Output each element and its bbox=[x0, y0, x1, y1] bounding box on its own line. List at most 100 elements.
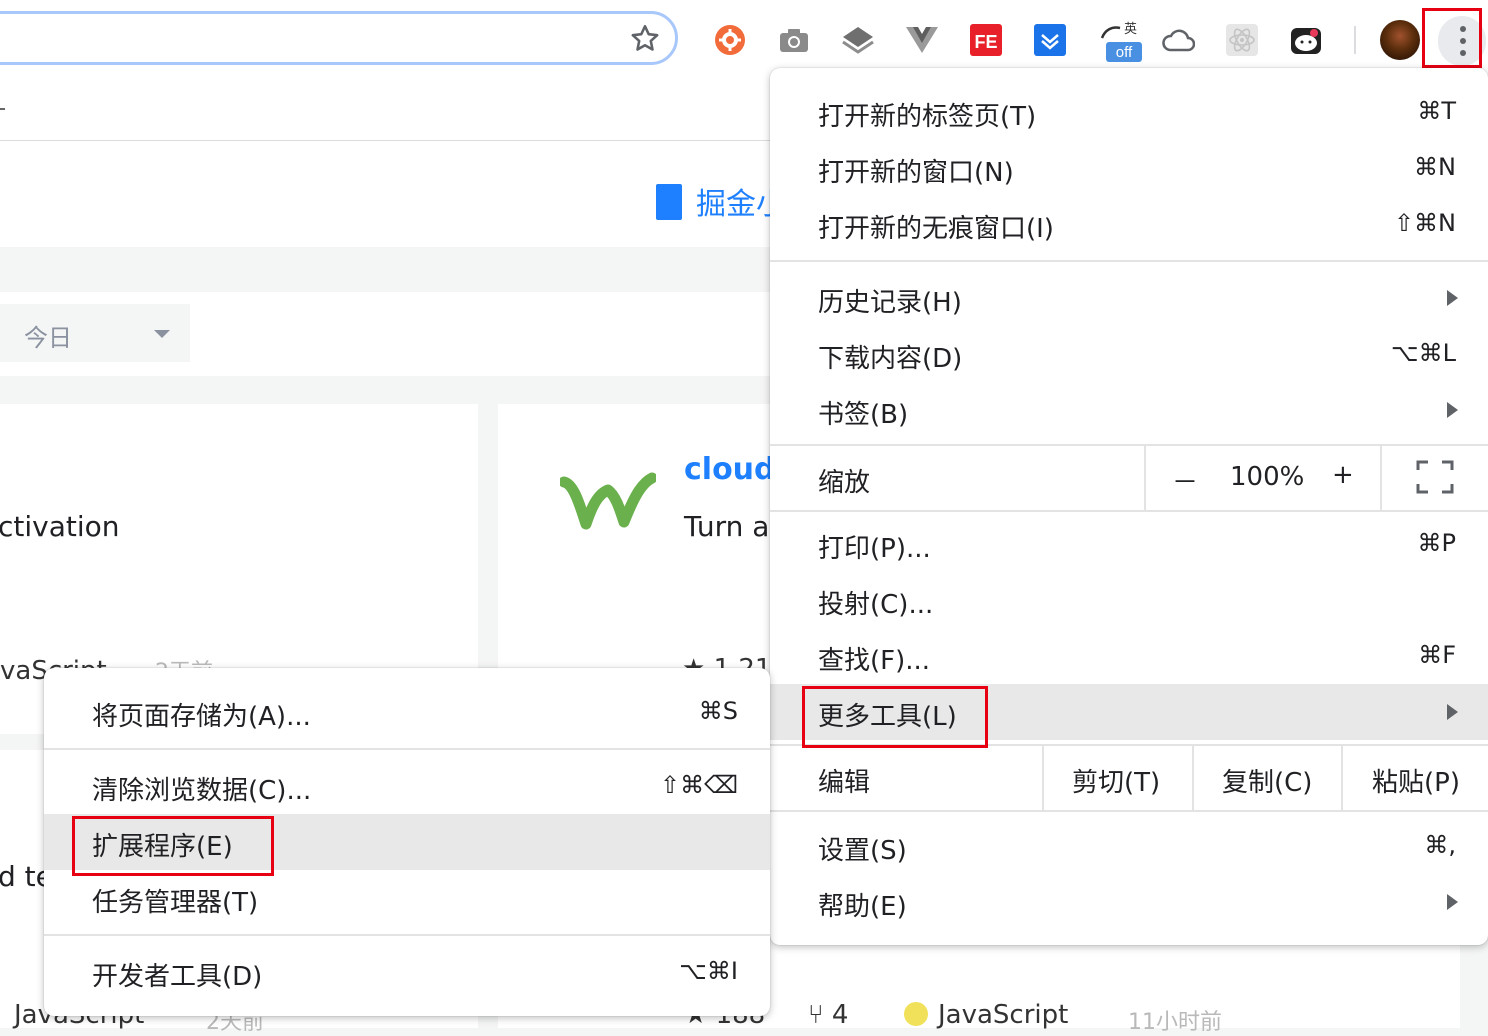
vue-devtools-extension-icon[interactable] bbox=[904, 22, 940, 58]
menu-item-print[interactable]: 打印(P)... ⌘P bbox=[770, 516, 1488, 572]
paste-button[interactable]: 粘贴(P) bbox=[1372, 762, 1460, 799]
menu-item-developer-tools[interactable]: 开发者工具(D) ⌥⌘I bbox=[44, 944, 770, 1000]
cloud-extension-icon[interactable] bbox=[1160, 22, 1196, 58]
menu-item-shortcut: ⌘F bbox=[1418, 641, 1456, 669]
zoom-level: 100% bbox=[1230, 462, 1305, 492]
menu-item-bookmarks[interactable]: 书签(B) bbox=[770, 382, 1488, 438]
menu-item-shortcut: ⇧⌘⌫ bbox=[659, 771, 738, 799]
page-nav-row bbox=[0, 82, 770, 141]
menu-item-history[interactable]: 历史记录(H) bbox=[770, 270, 1488, 326]
menu-item-label: 历史记录(H) bbox=[818, 288, 962, 318]
toolbar-divider bbox=[1354, 26, 1356, 54]
menu-item-label: 清除浏览数据(C)... bbox=[92, 776, 312, 806]
screenshot-extension-icon[interactable] bbox=[776, 22, 812, 58]
menu-row-edit: 编辑 剪切(T) 复制(C) 粘贴(P) bbox=[770, 746, 1488, 810]
menu-item-shortcut: ⌘P bbox=[1417, 529, 1456, 557]
translate-glyph: 英 bbox=[1124, 22, 1137, 37]
menu-item-cast[interactable]: 投射(C)... bbox=[770, 572, 1488, 628]
highlight-box-more-tools bbox=[802, 686, 988, 748]
menu-item-new-tab[interactable]: 打开新的标签页(T) ⌘T bbox=[770, 84, 1488, 140]
menu-separator bbox=[44, 934, 770, 936]
highlight-box-menu-button bbox=[1422, 8, 1482, 68]
menu-item-save-page[interactable]: 将页面存储为(A)... ⌘S bbox=[44, 684, 770, 740]
profile-avatar[interactable] bbox=[1380, 20, 1420, 60]
bottom-lang-2: JavaScript bbox=[904, 1000, 1068, 1030]
menu-item-label: 开发者工具(D) bbox=[92, 962, 263, 992]
menu-item-label: 打开新的无痕窗口(I) bbox=[818, 214, 1054, 244]
highlight-box-extensions bbox=[72, 816, 274, 876]
menu-item-label: 设置(S) bbox=[818, 836, 907, 866]
zoom-divider bbox=[1144, 446, 1146, 510]
address-bar[interactable] bbox=[0, 11, 678, 65]
menu-item-label: 打开新的标签页(T) bbox=[818, 102, 1037, 132]
repo-card-right-desc: Turn a bbox=[684, 510, 770, 543]
repo-card-left-title: ctivation bbox=[0, 510, 120, 543]
translate-badge: off bbox=[1116, 44, 1133, 61]
menu-separator bbox=[770, 810, 1488, 812]
zoom-label: 缩放 bbox=[818, 468, 871, 498]
bookmark-star-icon[interactable] bbox=[628, 22, 662, 56]
menu-item-find[interactable]: 查找(F)... ⌘F bbox=[770, 628, 1488, 684]
menu-item-shortcut: ⌥⌘L bbox=[1390, 339, 1456, 367]
menu-item-help[interactable]: 帮助(E) bbox=[770, 874, 1488, 930]
menu-item-shortcut: ⌘N bbox=[1414, 153, 1456, 181]
feedly-extension-icon[interactable] bbox=[1032, 22, 1068, 58]
menu-item-label: 任务管理器(T) bbox=[92, 888, 259, 918]
menu-item-label: 帮助(E) bbox=[818, 892, 907, 922]
cut-button[interactable]: 剪切(T) bbox=[1072, 762, 1160, 799]
menu-separator bbox=[44, 748, 770, 750]
zoom-out-button[interactable]: － bbox=[1172, 462, 1198, 499]
menu-item-shortcut: ⌘T bbox=[1417, 97, 1456, 125]
repo-logo-icon bbox=[560, 472, 656, 530]
translate-extension-icon[interactable]: 英 off bbox=[1096, 22, 1144, 62]
menu-item-settings[interactable]: 设置(S) ⌘, bbox=[770, 818, 1488, 874]
react-devtools-extension-icon[interactable] bbox=[1224, 22, 1260, 58]
menu-row-zoom: 缩放 － 100% + bbox=[770, 446, 1488, 510]
period-filter-value: 今日 bbox=[24, 324, 72, 352]
menu-item-clear-browsing-data[interactable]: 清除浏览数据(C)... ⇧⌘⌫ bbox=[44, 758, 770, 814]
period-filter-select[interactable]: 今日 bbox=[0, 304, 190, 362]
menu-item-label: 查找(F)... bbox=[818, 646, 931, 676]
menu-separator bbox=[770, 510, 1488, 512]
lang-color-dot bbox=[904, 1002, 928, 1026]
hello-kitty-extension-icon[interactable] bbox=[1288, 22, 1324, 58]
submenu-arrow-icon bbox=[1447, 704, 1458, 720]
copy-button[interactable]: 复制(C) bbox=[1222, 762, 1312, 799]
nav-dash bbox=[0, 108, 5, 110]
book-icon bbox=[656, 184, 682, 220]
edit-label: 编辑 bbox=[818, 768, 871, 798]
menu-item-label: 打印(P)... bbox=[818, 534, 931, 564]
menu-item-shortcut: ⌥⌘I bbox=[679, 957, 738, 985]
bottom-forks: ⑂ 4 bbox=[808, 1000, 849, 1030]
menu-item-shortcut: ⌘, bbox=[1424, 831, 1456, 859]
menu-item-task-manager[interactable]: 任务管理器(T) bbox=[44, 870, 770, 926]
fe-label: FE bbox=[974, 32, 997, 52]
menu-item-label: 将页面存储为(A)... bbox=[92, 702, 311, 732]
menu-item-new-window[interactable]: 打开新的窗口(N) ⌘N bbox=[770, 140, 1488, 196]
menu-item-label: 打开新的窗口(N) bbox=[818, 158, 1014, 188]
submenu-arrow-icon bbox=[1447, 290, 1458, 306]
repo-card-right-title[interactable]: cloud bbox=[684, 452, 776, 487]
dropdown-arrow-icon bbox=[154, 330, 170, 338]
zoom-in-button[interactable]: + bbox=[1332, 460, 1354, 490]
edit-divider bbox=[1042, 746, 1044, 810]
page-header: 掘金小 bbox=[0, 141, 786, 247]
menu-item-label: 投射(C)... bbox=[818, 590, 934, 620]
layers-extension-icon[interactable] bbox=[840, 22, 876, 58]
submenu-arrow-icon bbox=[1447, 402, 1458, 418]
menu-item-label: 书签(B) bbox=[818, 400, 909, 430]
fe-helper-extension-icon[interactable]: FE bbox=[968, 22, 1004, 58]
menu-item-new-incognito[interactable]: 打开新的无痕窗口(I) ⇧⌘N bbox=[770, 196, 1488, 252]
filter-bar: 今日 bbox=[0, 292, 770, 376]
menu-item-shortcut: ⌘S bbox=[698, 697, 738, 725]
menu-item-label: 下载内容(D) bbox=[818, 344, 963, 374]
fullscreen-icon[interactable] bbox=[1416, 460, 1454, 494]
juejin-brand[interactable]: 掘金小 bbox=[656, 179, 786, 223]
zoom-divider bbox=[1380, 446, 1382, 510]
chrome-main-menu: 打开新的标签页(T) ⌘T 打开新的窗口(N) ⌘N 打开新的无痕窗口(I) ⇧… bbox=[770, 68, 1488, 945]
menu-separator bbox=[770, 260, 1488, 262]
edit-divider bbox=[1341, 746, 1343, 810]
menu-item-shortcut: ⇧⌘N bbox=[1393, 209, 1456, 237]
menu-item-downloads[interactable]: 下载内容(D) ⌥⌘L bbox=[770, 326, 1488, 382]
ublock-extension-icon[interactable] bbox=[712, 22, 748, 58]
